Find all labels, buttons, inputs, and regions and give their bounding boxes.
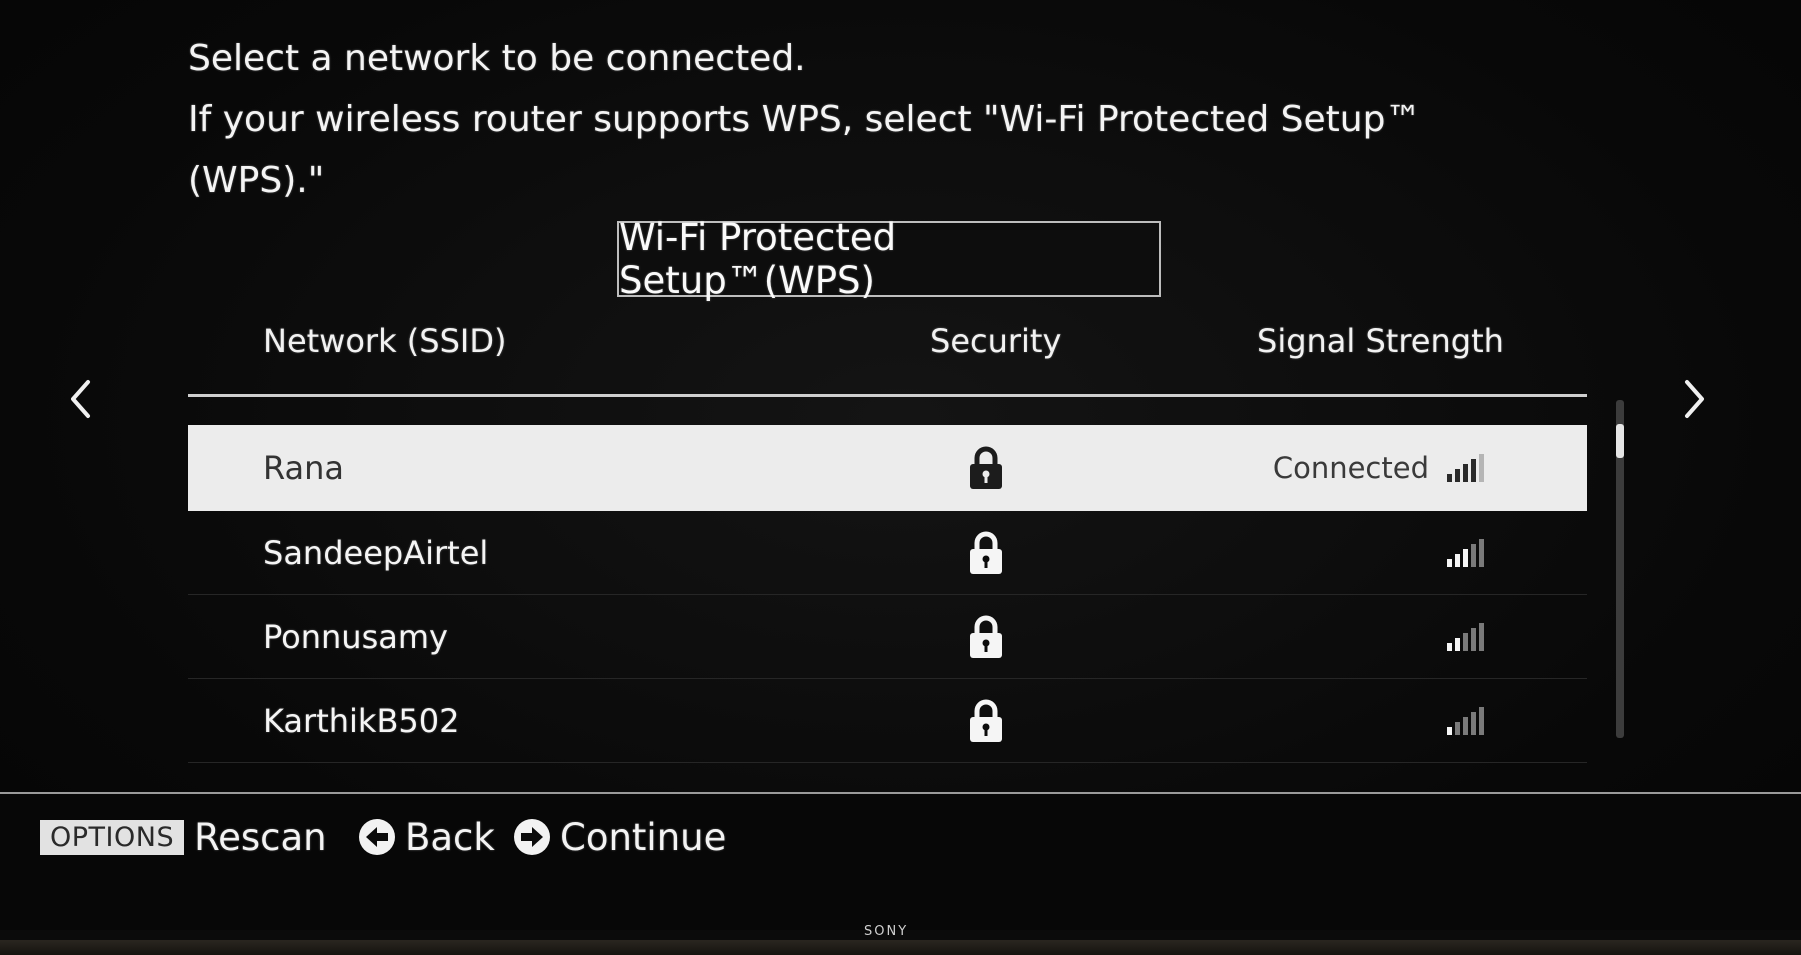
list-scrollbar[interactable] — [1616, 400, 1624, 738]
rescan-label: Rescan — [194, 815, 327, 859]
back-arrow-icon — [359, 819, 395, 855]
tv-stand — [0, 940, 1801, 955]
instructions: Select a network to be connected. If you… — [188, 28, 1488, 211]
signal-strength-icon — [1447, 454, 1484, 482]
instruction-line-1: Select a network to be connected. — [188, 38, 806, 79]
network-ssid: KarthikB502 — [263, 701, 460, 740]
wps-button-label: Wi-Fi Protected Setup™(WPS) — [619, 216, 897, 302]
next-page-button[interactable] — [1675, 372, 1715, 426]
tv-screen: Select a network to be connected. If you… — [0, 0, 1801, 930]
instruction-line-3: (WPS)." — [188, 160, 325, 201]
back-label: Back — [405, 815, 495, 859]
brand-logo: SONY — [864, 924, 909, 939]
lock-icon — [970, 446, 1002, 489]
forward-arrow-icon — [514, 819, 550, 855]
chevron-left-icon — [71, 380, 90, 418]
prev-page-button[interactable] — [60, 372, 100, 426]
lock-icon — [970, 699, 1002, 742]
column-header-signal: Signal Strength — [1257, 322, 1504, 360]
lock-icon — [970, 531, 1002, 574]
scrollbar-thumb[interactable] — [1616, 424, 1624, 458]
back-button[interactable]: Back — [357, 794, 495, 880]
network-row[interactable]: Rana Connected — [188, 425, 1587, 511]
network-row[interactable]: SandeepAirtel — [188, 511, 1587, 595]
column-header-ssid: Network (SSID) — [263, 322, 507, 360]
network-ssid: Rana — [263, 449, 345, 487]
signal-strength-icon — [1447, 622, 1484, 651]
continue-label: Continue — [560, 815, 727, 859]
instruction-line-2: If your wireless router supports WPS, se… — [188, 99, 1422, 140]
network-ssid: Ponnusamy — [263, 617, 448, 656]
network-ssid: SandeepAirtel — [263, 533, 489, 572]
network-row[interactable]: KarthikB502 — [188, 679, 1587, 763]
header-divider — [188, 394, 1587, 397]
network-row[interactable]: Ponnusamy — [188, 595, 1587, 679]
connection-status: Connected — [1272, 451, 1429, 485]
continue-button[interactable]: Continue — [512, 794, 726, 880]
footer-bar: OPTIONS Rescan Back Continue — [0, 794, 1801, 930]
chevron-right-icon — [1685, 380, 1704, 418]
signal-strength-icon — [1447, 706, 1484, 735]
options-key-badge: OPTIONS — [40, 819, 185, 855]
network-list: Rana Connected SandeepAirtel Ponnusamy K… — [188, 425, 1587, 763]
lock-icon — [970, 615, 1002, 658]
column-header-security: Security — [930, 322, 1062, 360]
signal-strength-icon — [1447, 538, 1484, 567]
rescan-button[interactable]: OPTIONS Rescan — [40, 794, 327, 880]
wps-button[interactable]: Wi-Fi Protected Setup™(WPS) — [617, 216, 1161, 302]
